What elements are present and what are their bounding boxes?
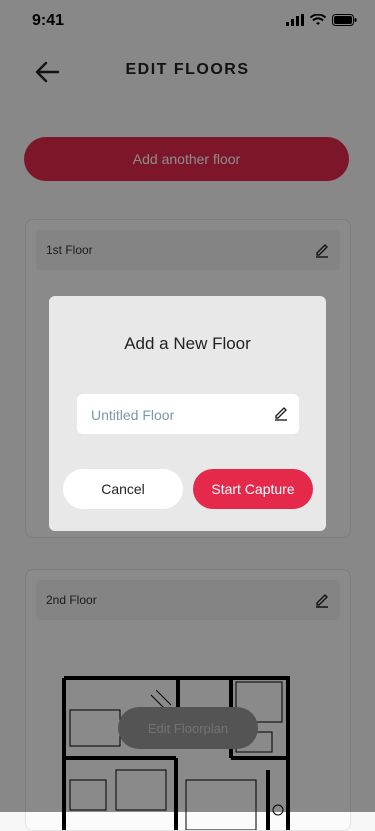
start-capture-button[interactable]: Start Capture [193,469,313,509]
modal-title: Add a New Floor [124,334,251,353]
add-floor-modal: Add a New Floor Cancel Start Capture [49,296,326,531]
floor-name-input[interactable] [89,394,263,436]
pencil-icon [275,407,287,421]
cancel-button[interactable]: Cancel [63,469,183,509]
floor-name-field[interactable] [77,394,299,436]
